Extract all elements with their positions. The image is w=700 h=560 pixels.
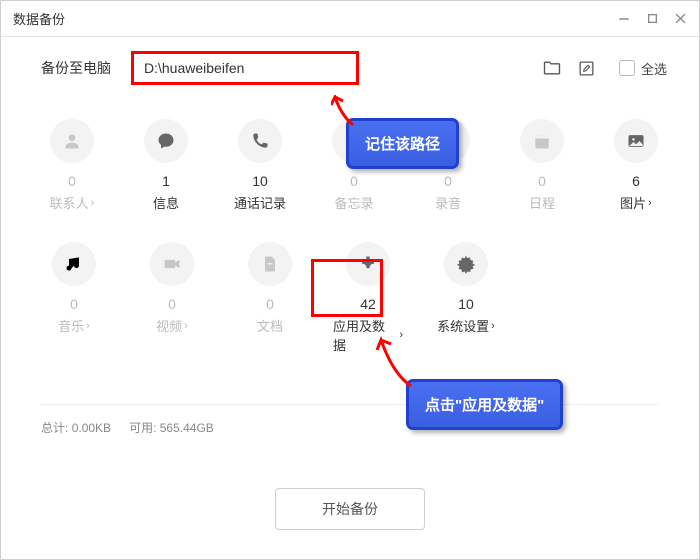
- category-label: 系统设置›: [437, 316, 495, 335]
- category-doc[interactable]: 0 文档: [235, 242, 305, 354]
- category-label: 信息: [153, 193, 179, 212]
- category-count: 10: [458, 296, 474, 312]
- category-image[interactable]: 6 图片›: [603, 119, 669, 212]
- stats-row: 总计: 0.00KB 可用: 565.44GB: [1, 415, 699, 440]
- category-label: 通话记录: [234, 193, 286, 212]
- category-person[interactable]: 0 联系人›: [39, 119, 105, 212]
- category-music[interactable]: 0 音乐›: [39, 242, 109, 354]
- callout-apps: 点击"应用及数据": [406, 379, 563, 430]
- category-label: 备忘录: [334, 193, 373, 212]
- edit-icon[interactable]: [575, 57, 597, 79]
- category-label: 音乐›: [58, 316, 90, 335]
- category-label: 联系人›: [50, 193, 95, 212]
- divider: [41, 404, 659, 405]
- highlight-apps-box: [311, 259, 383, 317]
- backup-to-label: 备份至电脑: [41, 58, 111, 78]
- maximize-button[interactable]: [645, 12, 659, 26]
- category-gear[interactable]: 10 系统设置›: [431, 242, 501, 354]
- chevron-right-icon: ›: [491, 320, 495, 332]
- chevron-right-icon: ›: [91, 197, 95, 209]
- select-all[interactable]: 全选: [619, 59, 667, 78]
- category-label: 图片›: [620, 193, 652, 212]
- close-button[interactable]: [673, 12, 687, 26]
- calendar-icon: [520, 119, 564, 163]
- category-label: 录音: [435, 193, 461, 212]
- category-count: 10: [252, 173, 268, 189]
- total-stat: 总计: 0.00KB: [41, 419, 111, 436]
- phone-icon: [238, 119, 282, 163]
- category-phone[interactable]: 10 通话记录: [227, 119, 293, 212]
- titlebar: 数据备份: [1, 1, 699, 37]
- category-label: 视频›: [156, 316, 188, 335]
- category-count: 1: [162, 173, 170, 189]
- start-backup-button[interactable]: 开始备份: [275, 488, 425, 530]
- category-label: 文档: [257, 316, 283, 335]
- chat-icon: [144, 119, 188, 163]
- video-icon: [150, 242, 194, 286]
- chevron-right-icon: ›: [184, 320, 188, 332]
- category-count: 0: [444, 173, 452, 189]
- window-title: 数据备份: [13, 9, 65, 28]
- doc-icon: [248, 242, 292, 286]
- callout-path: 记住该路径: [346, 118, 459, 169]
- category-calendar[interactable]: 0 日程: [509, 119, 575, 212]
- category-video[interactable]: 0 视频›: [137, 242, 207, 354]
- image-icon: [614, 119, 658, 163]
- person-icon: [50, 119, 94, 163]
- select-all-label: 全选: [641, 59, 667, 78]
- select-all-checkbox[interactable]: [619, 60, 635, 76]
- window-controls: [617, 12, 687, 26]
- category-count: 0: [350, 173, 358, 189]
- folder-icon[interactable]: [541, 57, 563, 79]
- music-icon: [52, 242, 96, 286]
- category-count: 6: [632, 173, 640, 189]
- chevron-right-icon: ›: [86, 320, 90, 332]
- category-grid: 0 联系人› 1 信息 10 通话记录 0 备忘录 0 录音 0 日程 6 图片› 0 音乐› 0 视频› 0 文档…: [1, 99, 699, 394]
- chevron-right-icon: ›: [648, 197, 652, 209]
- minimize-button[interactable]: [617, 12, 631, 26]
- category-count: 0: [68, 173, 76, 189]
- category-count: 0: [70, 296, 78, 312]
- category-count: 0: [266, 296, 274, 312]
- toolbar: 备份至电脑 D:\huaweibeifen 全选: [1, 37, 699, 99]
- backup-path-input[interactable]: D:\huaweibeifen: [131, 51, 359, 85]
- category-chat[interactable]: 1 信息: [133, 119, 199, 212]
- category-count: 0: [538, 173, 546, 189]
- avail-stat: 可用: 565.44GB: [129, 419, 214, 436]
- gear-icon: [444, 242, 488, 286]
- category-label: 日程: [529, 193, 555, 212]
- category-count: 0: [168, 296, 176, 312]
- footer: 开始备份: [0, 488, 700, 530]
